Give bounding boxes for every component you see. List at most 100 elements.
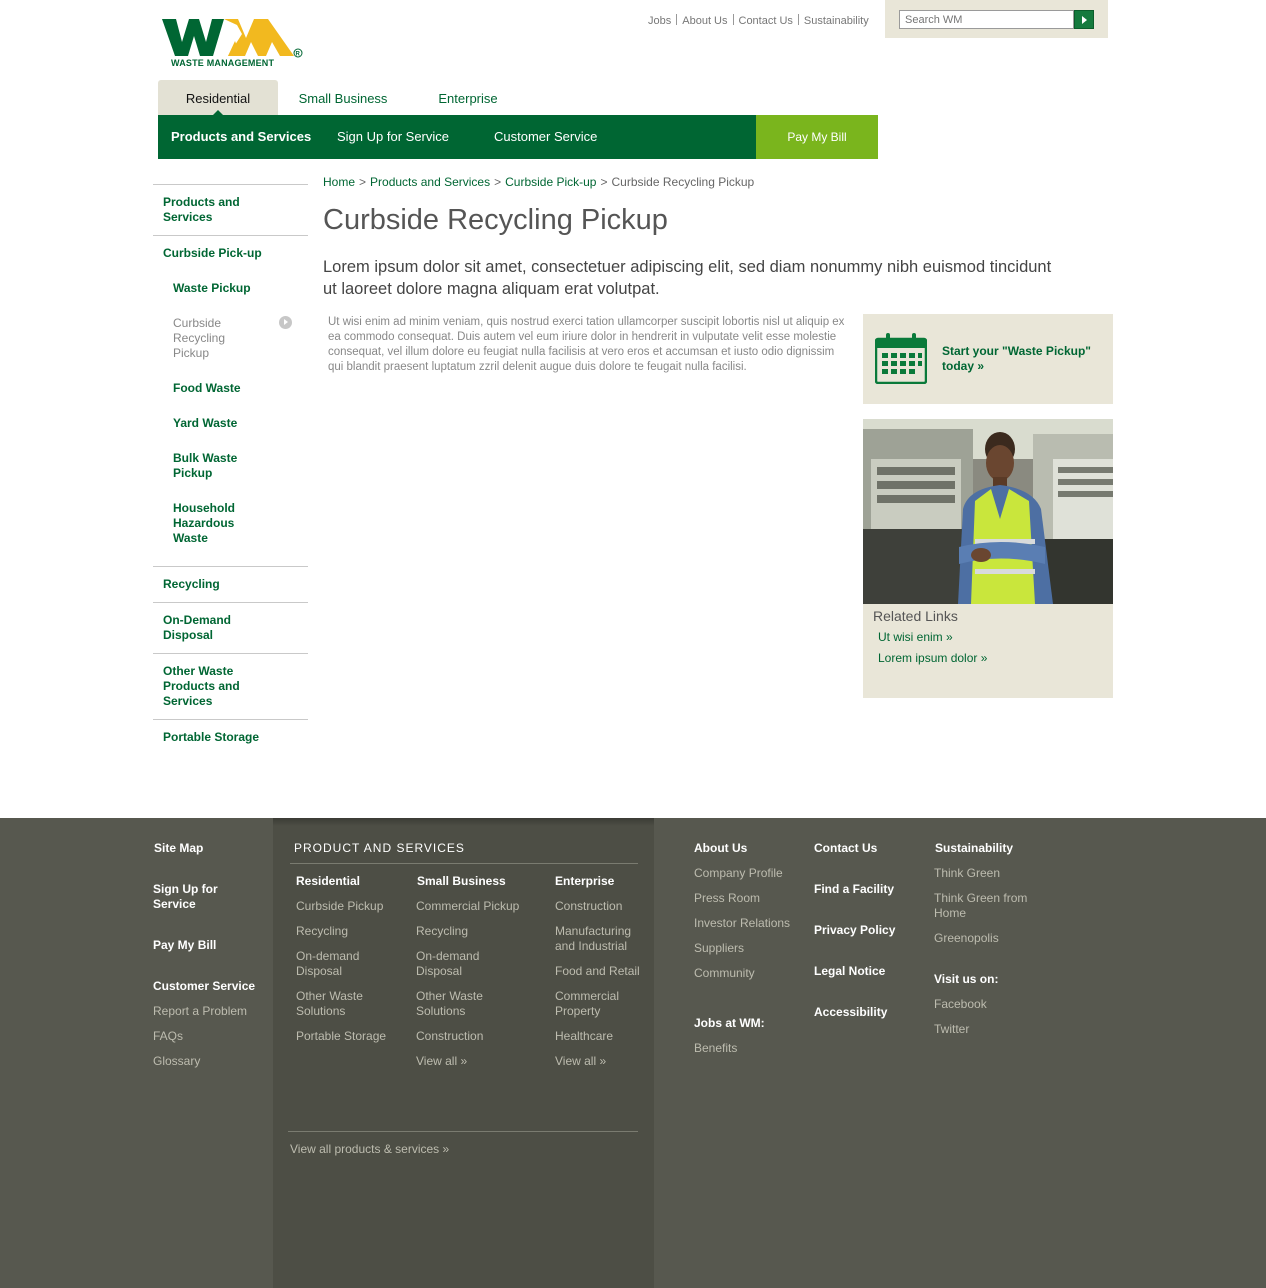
footer-site-map[interactable]: Site Map [154,841,203,856]
utility-divider [732,14,734,25]
footer-res-link[interactable]: Other Waste Solutions [296,989,376,1019]
footer-benefits[interactable]: Benefits [694,1041,737,1056]
nav-customer-service[interactable]: Customer Service [494,115,597,159]
footer-twitter[interactable]: Twitter [934,1022,969,1037]
utility-link-contact-us[interactable]: Contact Us [739,15,793,27]
footer-res-link[interactable]: Curbside Pickup [296,899,383,914]
footer-legal-notice[interactable]: Legal Notice [814,964,885,979]
footer-faqs[interactable]: FAQs [153,1029,183,1044]
footer-about-link[interactable]: Investor Relations [694,916,790,931]
related-links-panel: Related Links Ut wisi enim » Lorem ipsum… [863,604,1113,698]
footer-ent-view-all[interactable]: View all » [555,1054,606,1069]
footer-residential-head[interactable]: Residential [296,874,360,889]
pay-my-bill-button[interactable]: Pay My Bill [756,115,878,159]
body-text: Ut wisi enim ad minim veniam, quis nostr… [328,316,845,373]
nav-products-and-services[interactable]: Products and Services [171,115,311,159]
breadcrumb-current: Curbside Recycling Pickup [611,175,755,189]
tab-residential[interactable]: Residential [158,80,278,115]
sidebar-divider [153,566,308,567]
sidebar-divider [153,602,308,603]
promo-box: Start your "Waste Pickup" today » [863,314,1113,404]
start-waste-pickup-link[interactable]: Start your "Waste Pickup" today » [942,344,1102,374]
main-nav: Products and Services Sign Up for Servic… [158,115,878,159]
footer-res-link[interactable]: On-demand Disposal [296,949,376,979]
wm-logo-mark: R [162,19,303,58]
footer-sb-link[interactable]: On-demand Disposal [416,949,496,979]
sidebar-item-portable-storage[interactable]: Portable Storage [163,730,303,745]
footer-products-title: PRODUCT AND SERVICES [294,841,465,855]
wm-logo-name: WASTE MANAGEMENT [171,58,275,68]
sidebar-subitem-bulk-waste[interactable]: Bulk Waste Pickup [173,451,253,481]
footer-sb-link[interactable]: Recycling [416,924,468,939]
sidebar-item-on-demand-disposal[interactable]: On-Demand Disposal [163,613,253,643]
sidebar-subitem-waste-pickup[interactable]: Waste Pickup [173,281,293,296]
related-link-2[interactable]: Lorem ipsum dolor » [878,651,987,665]
sidebar-subitem-household-hazardous[interactable]: Household Hazardous Waste [173,501,253,546]
sidebar-subitem-food-waste[interactable]: Food Waste [173,381,293,396]
breadcrumb-products[interactable]: Products and Services [370,175,490,189]
footer-privacy-policy[interactable]: Privacy Policy [814,923,895,938]
breadcrumb-home[interactable]: Home [323,175,355,189]
wm-logo[interactable]: R WASTE MANAGEMENT [162,16,304,70]
search-input[interactable] [899,10,1074,29]
utility-link-jobs[interactable]: Jobs [648,15,671,27]
footer-about-link[interactable]: Press Room [694,891,760,906]
related-link-1[interactable]: Ut wisi enim » [878,630,953,644]
utility-link-sustainability[interactable]: Sustainability [804,15,869,27]
intro-text: Lorem ipsum dolor sit amet, consectetuer… [323,258,1052,298]
tab-small-business[interactable]: Small Business [288,80,398,115]
footer: Site Map Sign Up for Service Pay My Bill… [0,818,1266,1288]
sidebar-subitem-curbside-recycling-current[interactable]: Curbside Recycling Pickup [173,316,253,361]
footer-ent-link[interactable]: Commercial Property [555,989,635,1019]
footer-small-business-head[interactable]: Small Business [417,874,506,889]
footer-sign-up[interactable]: Sign Up for Service [153,882,223,912]
footer-ent-link[interactable]: Food and Retail [555,964,640,979]
footer-sust-link[interactable]: Think Green from Home [934,891,1044,921]
search-submit-button[interactable] [1074,10,1094,29]
footer-find-facility[interactable]: Find a Facility [814,882,894,897]
footer-facebook[interactable]: Facebook [934,997,987,1012]
footer-sustainability[interactable]: Sustainability [935,841,1013,856]
footer-sust-link[interactable]: Greenopolis [934,931,999,946]
footer-accessibility[interactable]: Accessibility [814,1005,887,1020]
footer-about-link[interactable]: Community [694,966,755,981]
footer-customer-service[interactable]: Customer Service [153,979,255,994]
footer-sb-view-all[interactable]: View all » [416,1054,467,1069]
breadcrumb-curbside[interactable]: Curbside Pick-up [505,175,596,189]
tab-enterprise[interactable]: Enterprise [418,80,518,115]
sidebar-item-curbside-pickup[interactable]: Curbside Pick-up [163,246,303,261]
footer-glossary[interactable]: Glossary [153,1054,200,1069]
footer-jobs-head[interactable]: Jobs at WM: [694,1016,765,1031]
footer-report-problem[interactable]: Report a Problem [153,1004,247,1019]
footer-res-link[interactable]: Recycling [296,924,348,939]
sidebar-divider [153,653,308,654]
footer-ent-link[interactable]: Healthcare [555,1029,613,1044]
sidebar-item-recycling[interactable]: Recycling [163,577,303,592]
footer-sb-link[interactable]: Construction [416,1029,483,1044]
utility-divider [676,14,678,25]
footer-sb-link[interactable]: Other Waste Solutions [416,989,496,1019]
footer-about-us[interactable]: About Us [694,841,747,856]
footer-contact-us[interactable]: Contact Us [814,841,877,856]
utility-link-about-us[interactable]: About Us [682,15,727,27]
related-links-title: Related Links [873,608,958,624]
footer-about-link[interactable]: Company Profile [694,866,783,881]
sidebar-item-products-and-services[interactable]: Products and Services [163,195,273,225]
footer-about-link[interactable]: Suppliers [694,941,744,956]
footer-ent-link[interactable]: Construction [555,899,622,914]
utility-nav: Jobs About Us Contact Us Sustainability [648,14,869,27]
calendar-icon [875,333,927,384]
sidebar-subitem-yard-waste[interactable]: Yard Waste [173,416,293,431]
footer-view-all-products[interactable]: View all products & services » [290,1142,449,1157]
footer-sust-link[interactable]: Think Green [934,866,1000,881]
sidebar-divider [153,719,308,720]
sidebar-item-other-waste[interactable]: Other Waste Products and Services [163,664,263,709]
breadcrumb: Home > Products and Services > Curbside Pick… [323,175,755,189]
footer-sb-link[interactable]: Commercial Pickup [416,899,519,914]
current-arrow-icon [279,316,292,329]
footer-ent-link[interactable]: Manufacturing and Industrial [555,924,645,954]
footer-res-link[interactable]: Portable Storage [296,1029,386,1044]
footer-pay-my-bill[interactable]: Pay My Bill [153,938,216,953]
nav-sign-up-for-service[interactable]: Sign Up for Service [337,115,449,159]
footer-enterprise-head[interactable]: Enterprise [555,874,614,889]
